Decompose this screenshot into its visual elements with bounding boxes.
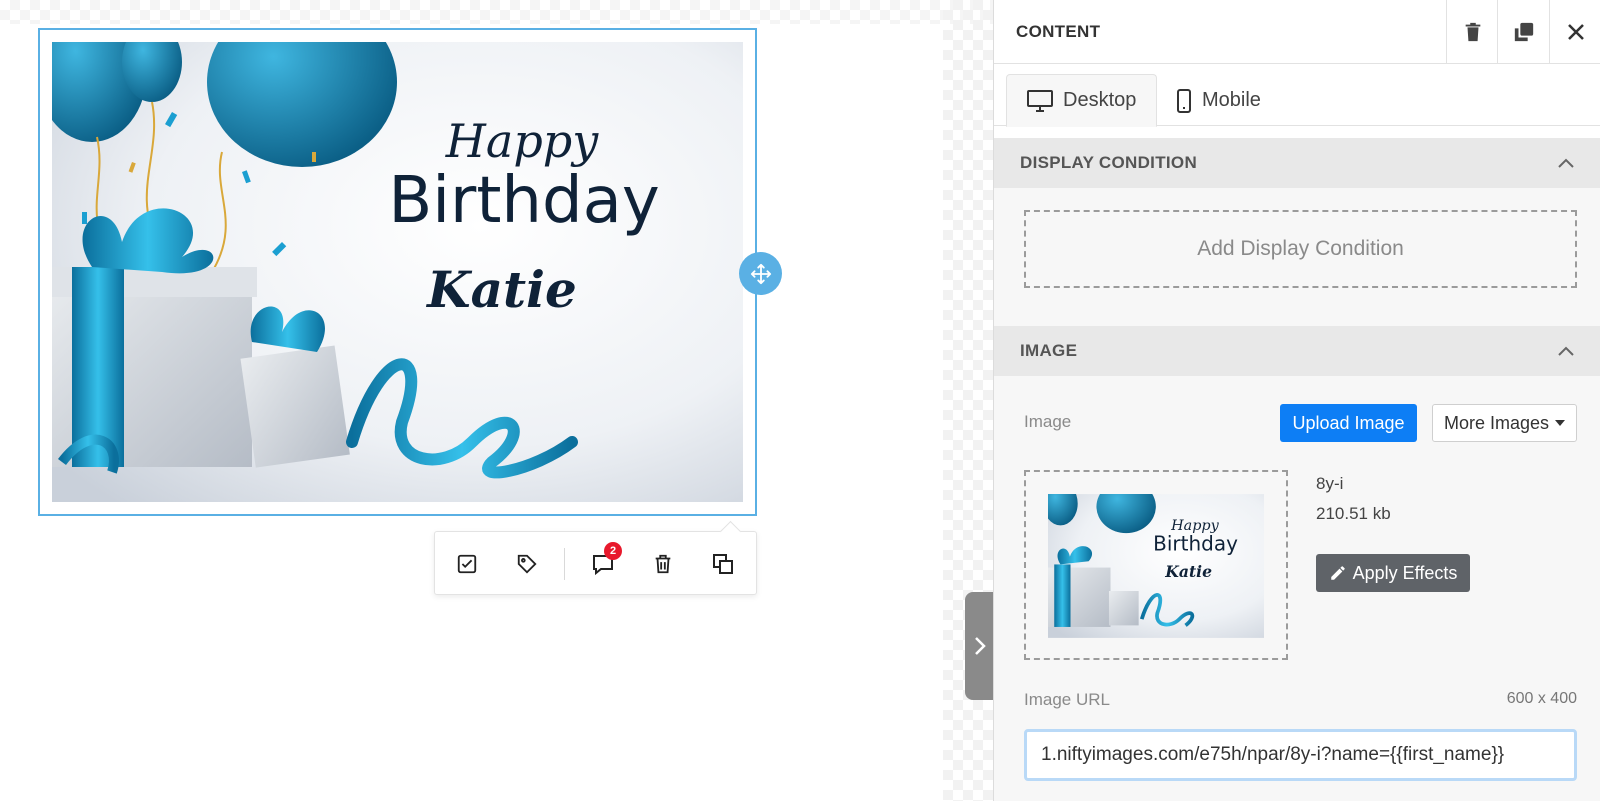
- upload-image-button[interactable]: Upload Image: [1280, 404, 1417, 442]
- tag-icon[interactable]: [513, 550, 541, 578]
- card-text-happy: Happy: [445, 114, 599, 168]
- more-images-dropdown[interactable]: More Images: [1432, 404, 1577, 442]
- caret-down-icon: [1555, 420, 1566, 426]
- comment-count-badge: 2: [604, 542, 622, 560]
- pencil-icon: [1330, 566, 1345, 580]
- card-text-birthday: Birthday: [388, 164, 659, 238]
- svg-text:Katie: Katie: [1164, 562, 1212, 581]
- display-condition-body: Add Display Condition: [994, 188, 1600, 326]
- display-condition-header[interactable]: DISPLAY CONDITION: [994, 138, 1600, 188]
- display-condition-title: DISPLAY CONDITION: [1020, 153, 1198, 172]
- image-dimensions: 600 x 400: [1506, 690, 1577, 707]
- device-tabs: Desktop Mobile: [994, 64, 1600, 127]
- close-icon: [1567, 23, 1584, 40]
- collapse-panel-tab[interactable]: [965, 592, 995, 700]
- image-file-name: 8y-i: [1316, 474, 1344, 493]
- delete-block-button[interactable]: [1446, 0, 1498, 63]
- more-images-label: More Images: [1443, 412, 1550, 433]
- image-section-title: IMAGE: [1020, 341, 1078, 360]
- card-text-name: Katie: [425, 260, 577, 319]
- svg-text:Birthday: Birthday: [1153, 531, 1238, 555]
- image-section-body: Image Upload Image More Images Happy Bir…: [994, 376, 1600, 801]
- chevron-up-icon: [1558, 158, 1574, 168]
- tab-desktop[interactable]: Desktop: [1006, 74, 1158, 127]
- image-section-header[interactable]: IMAGE: [994, 326, 1600, 376]
- trash-icon[interactable]: [649, 550, 677, 578]
- panel-title: CONTENT: [1016, 22, 1101, 41]
- image-thumbnail: Happy Birthday Katie: [1048, 494, 1264, 638]
- panel-header: CONTENT: [994, 0, 1600, 64]
- image-field-label: Image: [1024, 412, 1072, 431]
- mobile-icon: [1177, 88, 1191, 113]
- apply-effects-label: Apply Effects: [1352, 562, 1458, 583]
- selected-image-block[interactable]: Happy Birthday Katie: [38, 28, 757, 516]
- trash-icon: [1465, 22, 1480, 41]
- comment-icon[interactable]: 2: [589, 542, 622, 578]
- block-toolbar: 2: [434, 531, 757, 595]
- desktop-icon: [1027, 89, 1053, 112]
- tab-mobile-label: Mobile: [1202, 89, 1261, 111]
- chevron-up-icon: [1558, 346, 1574, 356]
- duplicate-block-button[interactable]: [1497, 0, 1549, 63]
- duplicate-icon: [1514, 22, 1533, 41]
- move-handle-icon[interactable]: [739, 252, 782, 295]
- tab-desktop-label: Desktop: [1063, 89, 1137, 111]
- canvas-background: [0, 0, 993, 24]
- tab-mobile[interactable]: Mobile: [1156, 74, 1281, 127]
- close-panel-button[interactable]: [1549, 0, 1600, 63]
- chevron-right-icon: [975, 637, 986, 655]
- toolbar-divider: [564, 548, 565, 580]
- checkbox-icon[interactable]: [453, 550, 481, 578]
- add-display-condition-button[interactable]: Add Display Condition: [1024, 210, 1577, 288]
- birthday-card-image[interactable]: Happy Birthday Katie: [52, 42, 743, 502]
- editor-canvas: Happy Birthday Katie 2: [0, 0, 995, 801]
- image-thumbnail-frame[interactable]: Happy Birthday Katie: [1024, 470, 1288, 660]
- image-url-input[interactable]: 1.niftyimages.com/e75h/npar/8y-i?name={{…: [1024, 729, 1577, 781]
- content-panel: CONTENT Desktop Mobile DISPLAY CONDITION…: [993, 0, 1600, 801]
- image-file-size: 210.51 kb: [1316, 504, 1391, 523]
- duplicate-icon[interactable]: [709, 550, 737, 578]
- apply-effects-button[interactable]: Apply Effects: [1316, 554, 1470, 592]
- image-url-label: Image URL: [1024, 690, 1110, 709]
